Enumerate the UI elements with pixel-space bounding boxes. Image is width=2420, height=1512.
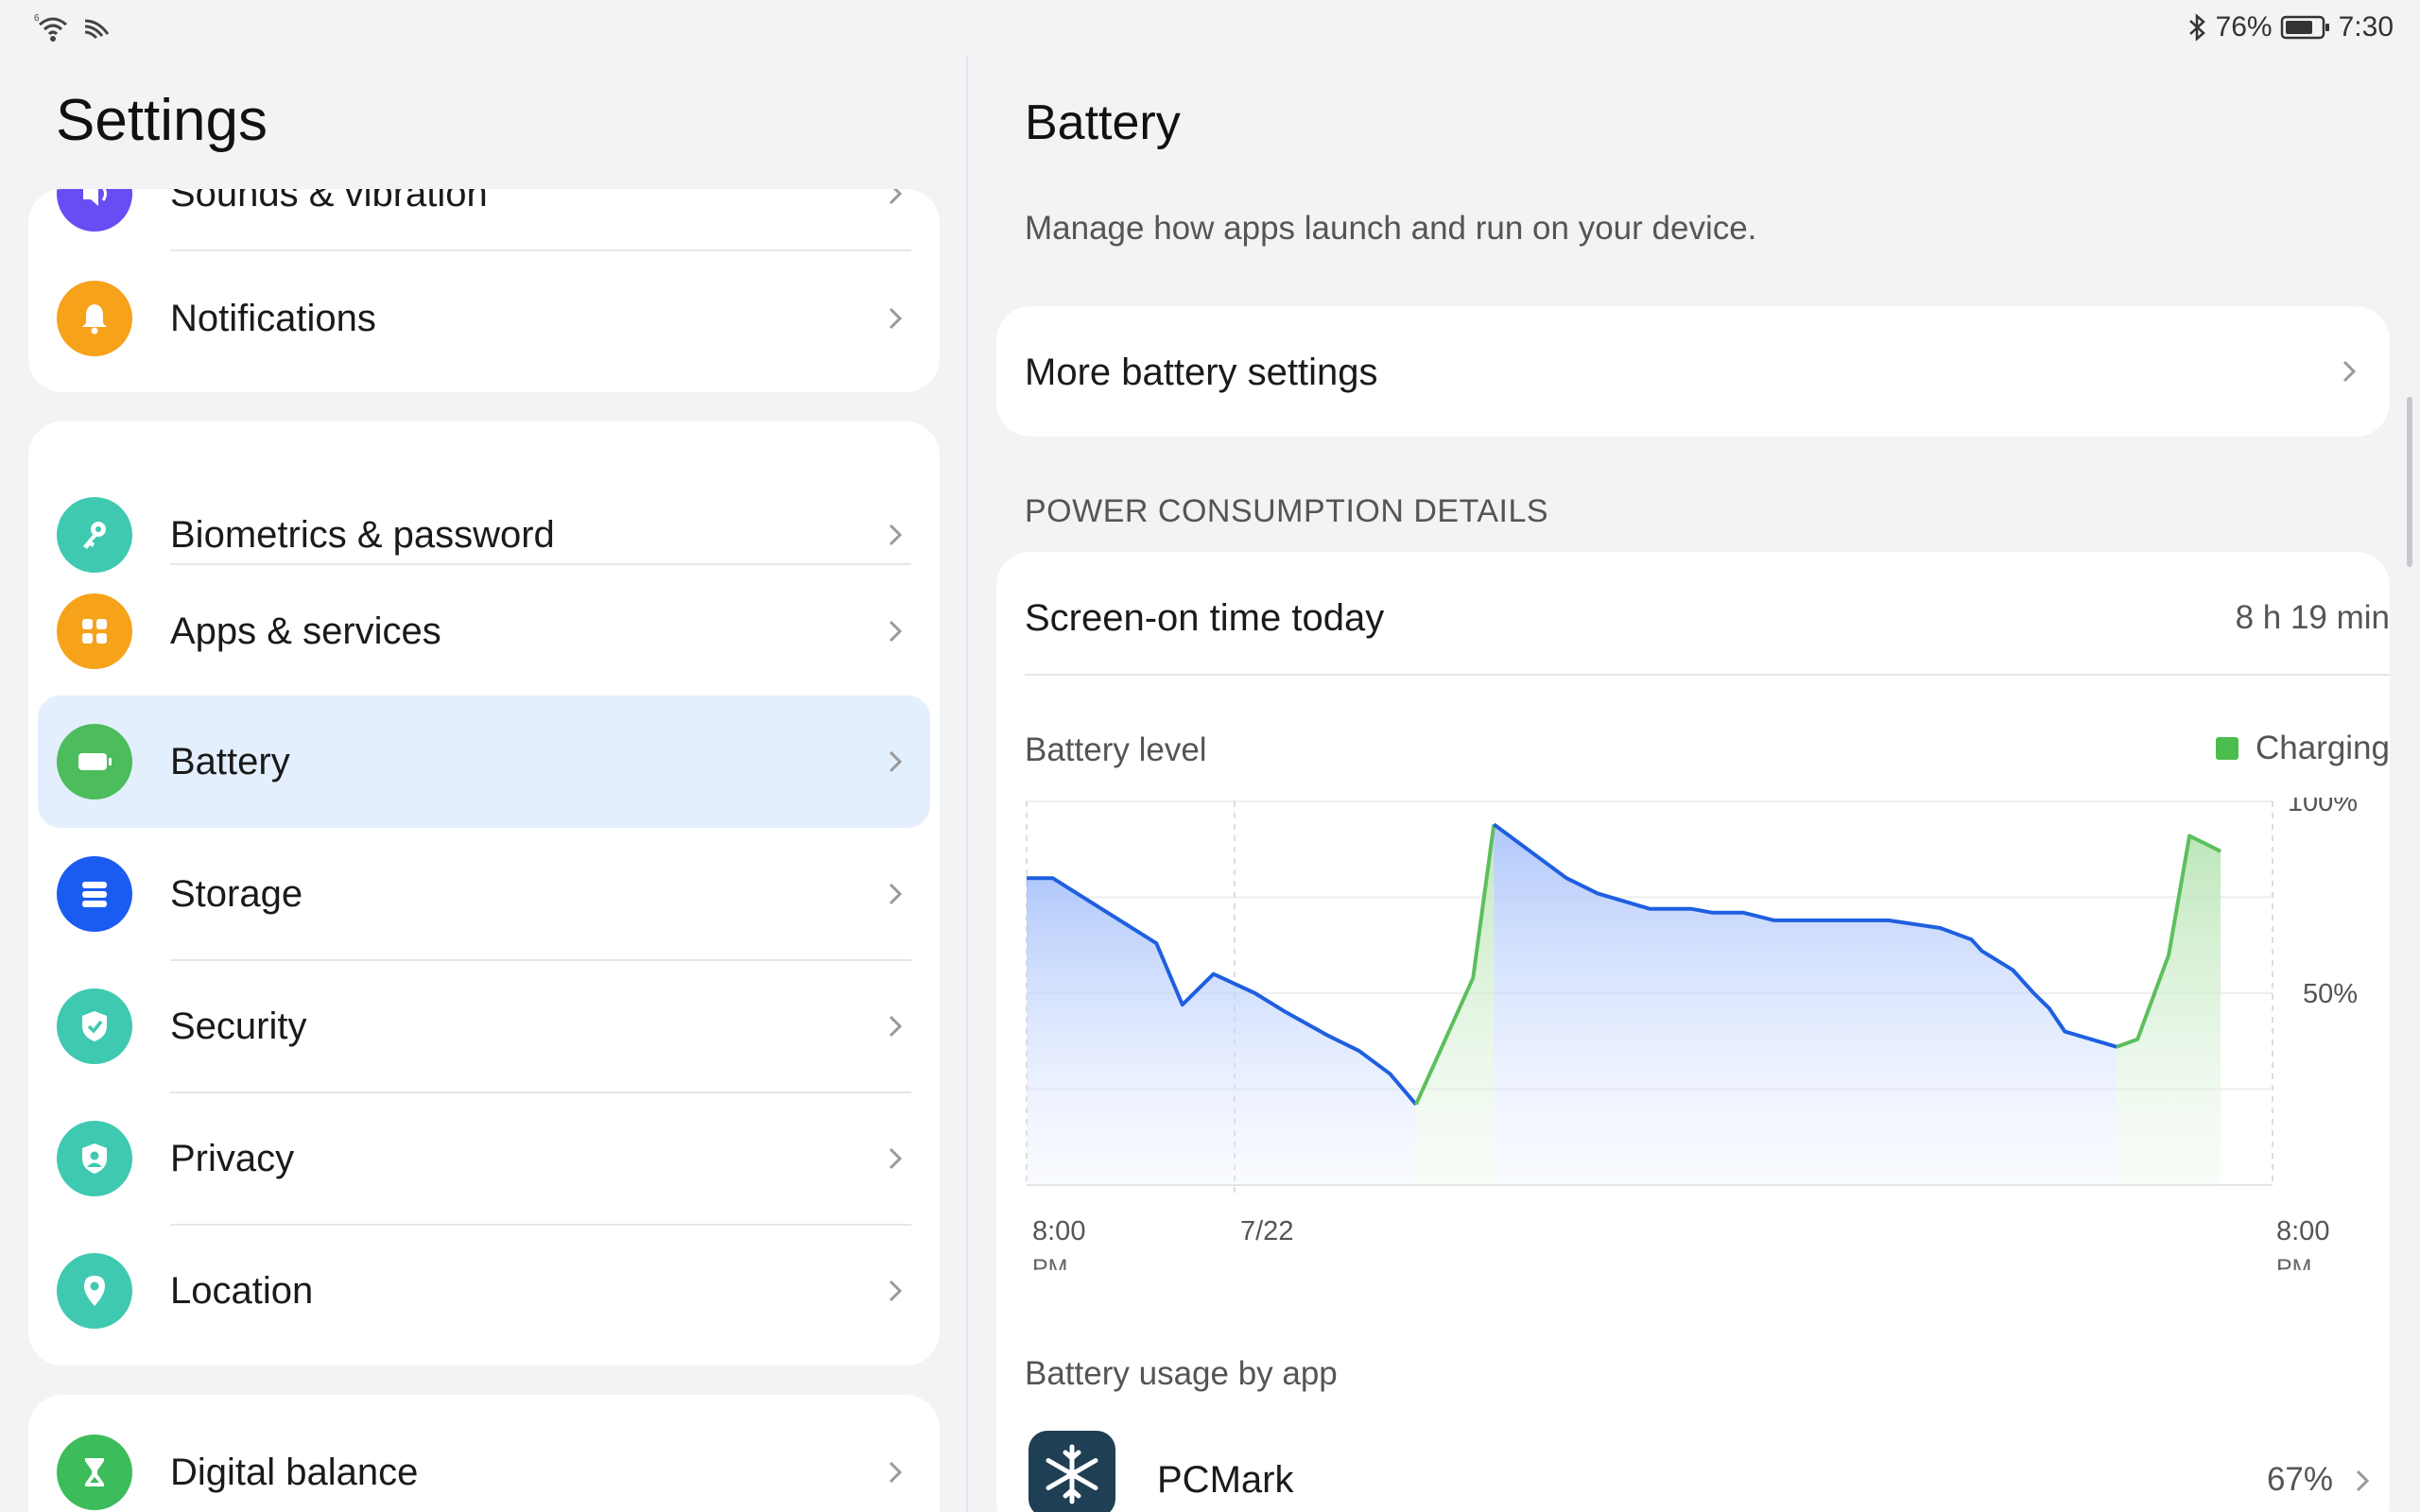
- settings-group-sound-notifications: Sounds & vibration Notifications: [28, 189, 940, 392]
- chevron-right-icon: [889, 750, 903, 773]
- hotspot-icon: [84, 19, 110, 40]
- chevron-right-icon: [2342, 360, 2357, 383]
- settings-group-main: Biometrics & password Apps & services Ba…: [28, 421, 940, 1366]
- sidebar-item-label: Sounds & vibration: [170, 189, 488, 215]
- clock: 7:30: [2338, 11, 2394, 43]
- battery-level-chart: 100% 50% 8:00 PM 7/22 8:00 PM: [1026, 798, 2358, 1270]
- sidebar-item-privacy[interactable]: Privacy: [28, 1092, 940, 1225]
- sidebar-item-battery[interactable]: Battery: [28, 696, 940, 828]
- chevron-right-icon: [2356, 1469, 2370, 1492]
- app-name: PCMark: [1157, 1459, 1294, 1501]
- detail-description: Manage how apps launch and run on your d…: [1025, 210, 1757, 247]
- sidebar-item-digital-balance[interactable]: Digital balance: [28, 1406, 940, 1512]
- sidebar-item-label: Notifications: [170, 297, 376, 339]
- battery-percent: 76%: [2215, 11, 2273, 43]
- chart-legend: Charging: [2215, 730, 2390, 767]
- battery-icon: [2280, 15, 2329, 40]
- legend-swatch-charging: [2215, 737, 2238, 760]
- sidebar-item-location[interactable]: Location: [28, 1225, 940, 1357]
- chevron-right-icon: [889, 1147, 903, 1170]
- apps-grid-icon: [57, 593, 132, 669]
- x-tick-label: 7/22: [1240, 1216, 1293, 1246]
- sidebar-item-label: Biometrics & password: [170, 513, 555, 556]
- chart-areas: [1027, 824, 2221, 1185]
- detail-title: Battery: [1025, 95, 1181, 150]
- sidebar-item-label: Security: [170, 1005, 307, 1047]
- x-tick-sublabel: PM: [2276, 1255, 2312, 1270]
- app-row-pcmark[interactable]: PCMark 67%: [996, 1431, 2390, 1512]
- chevron-right-icon: [889, 620, 903, 643]
- snowflake-icon: [1028, 1431, 1115, 1512]
- power-consumption-card: Screen-on time today 8 h 19 min Battery …: [996, 552, 2390, 1512]
- settings-group-digital-balance: Digital balance: [28, 1395, 940, 1512]
- storage-icon: [57, 856, 132, 932]
- sidebar-item-label: Apps & services: [170, 610, 441, 652]
- status-bar-right: 76% 7:30: [2187, 11, 2394, 43]
- legend-label-charging: Charging: [2255, 730, 2390, 766]
- screen-on-time-row[interactable]: Screen-on time today 8 h 19 min: [996, 552, 2390, 675]
- chart-x-ticks: 8:00 PM 7/22 8:00 PM: [1032, 1216, 2329, 1270]
- bell-icon: [57, 281, 132, 356]
- sound-icon: [57, 189, 132, 232]
- x-tick-label: 8:00: [2276, 1216, 2329, 1246]
- sidebar-item-notifications[interactable]: Notifications: [28, 252, 940, 385]
- chevron-right-icon: [889, 1461, 903, 1484]
- chevron-right-icon: [889, 1015, 903, 1038]
- y-tick-label: 50%: [2303, 979, 2358, 1009]
- status-bar-left: 6: [34, 11, 113, 43]
- battery-icon: [57, 724, 132, 799]
- sidebar-item-label: Digital balance: [170, 1451, 419, 1493]
- sidebar-item-apps-services[interactable]: Apps & services: [28, 565, 940, 697]
- svg-text:6: 6: [34, 13, 40, 24]
- charging-area: [1415, 824, 1495, 1185]
- sidebar-item-security[interactable]: Security: [28, 960, 940, 1092]
- battery-level-label: Battery level: [1025, 731, 1207, 768]
- chevron-right-icon: [889, 883, 903, 905]
- chevron-right-icon: [889, 307, 903, 330]
- divider: [1025, 674, 2390, 676]
- screen-on-value: 8 h 19 min: [2235, 599, 2390, 636]
- y-tick-label: 100%: [2288, 798, 2358, 817]
- discharge-area: [1494, 824, 2118, 1185]
- hourglass-icon: [57, 1435, 132, 1510]
- more-battery-settings-label: More battery settings: [1025, 352, 1378, 393]
- more-battery-settings-button[interactable]: More battery settings: [996, 306, 2390, 437]
- app-percent: 67%: [2266, 1461, 2333, 1498]
- key-icon: [57, 497, 132, 573]
- page-title: Settings: [56, 88, 268, 153]
- screen-on-label: Screen-on time today: [1025, 597, 1385, 639]
- sidebar-item-label: Battery: [170, 740, 290, 782]
- usage-by-app-label: Battery usage by app: [1025, 1355, 1338, 1392]
- chart-y-ticks: 100% 50%: [2288, 798, 2358, 1009]
- chevron-right-icon: [889, 189, 903, 205]
- bluetooth-icon: [2188, 13, 2205, 42]
- x-tick-label: 8:00: [1032, 1216, 1085, 1246]
- sidebar-item-storage[interactable]: Storage: [28, 828, 940, 960]
- sidebar-item-label: Location: [170, 1269, 314, 1312]
- divider: [170, 249, 911, 251]
- chevron-right-icon: [889, 524, 903, 546]
- wifi-icon: 6: [34, 13, 67, 42]
- privacy-shield-icon: [57, 1121, 132, 1196]
- sidebar-item-label: Storage: [170, 872, 303, 915]
- x-tick-sublabel: PM: [1032, 1255, 1068, 1270]
- shield-check-icon: [57, 988, 132, 1064]
- chevron-right-icon: [889, 1280, 903, 1302]
- section-header: POWER CONSUMPTION DETAILS: [1025, 493, 1549, 529]
- discharge-area: [1027, 878, 1416, 1185]
- scrollbar[interactable]: [2407, 397, 2412, 567]
- location-pin-icon: [57, 1253, 132, 1329]
- charging-area: [2117, 835, 2221, 1185]
- pane-divider: [966, 57, 968, 1512]
- sidebar-item-label: Privacy: [170, 1137, 295, 1179]
